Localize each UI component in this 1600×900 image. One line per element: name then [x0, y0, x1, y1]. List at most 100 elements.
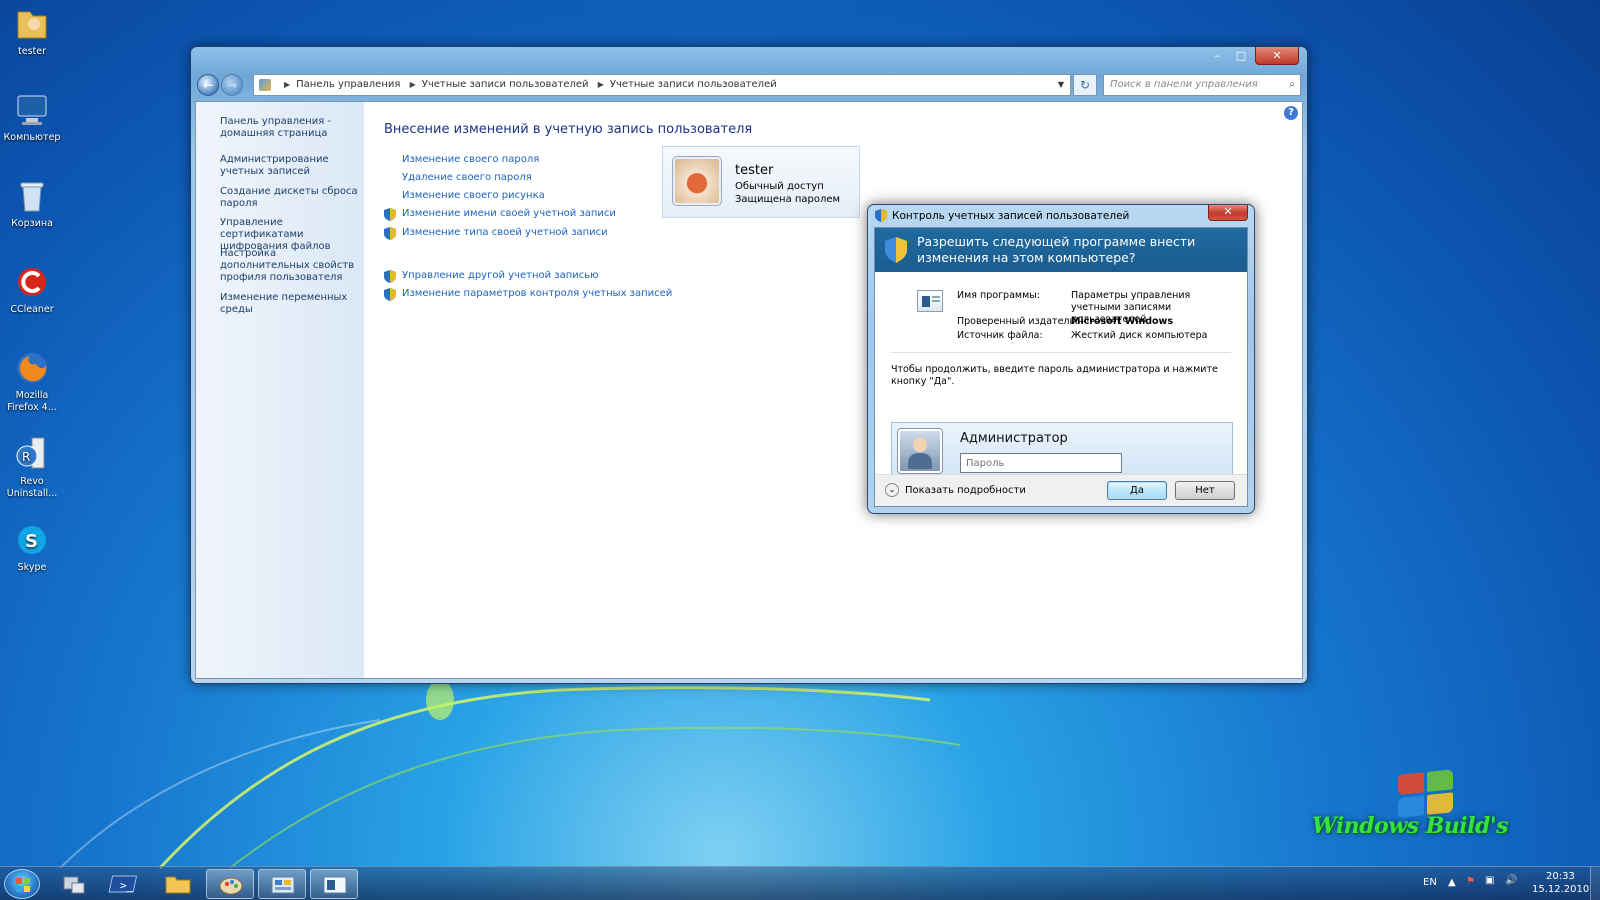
link-uac-settings[interactable]: Изменение параметров контроля учетных за… — [402, 288, 672, 299]
help-icon[interactable]: ? — [1284, 106, 1298, 120]
ccleaner-icon — [14, 264, 50, 300]
uac-shield-icon — [384, 270, 396, 283]
maximize-button[interactable]: □ — [1229, 47, 1253, 65]
desktop-icon-skype[interactable]: S Skype — [2, 522, 62, 574]
address-row: ← → ▶ Панель управления ▶ Учетные записи п… — [197, 73, 1301, 97]
uac-question-banner: Разрешить следующей программе внести изм… — [875, 228, 1247, 272]
publisher-value: Microsoft Windows — [1071, 316, 1173, 327]
desktop-icon-ccleaner[interactable]: CCleaner — [2, 264, 62, 316]
uac-dialog-title: Контроль учетных записей пользователей — [892, 210, 1130, 222]
taskbar-item-paint[interactable] — [206, 869, 254, 899]
start-button[interactable] — [4, 869, 40, 899]
link-remove-password[interactable]: Удаление своего пароля — [402, 172, 532, 183]
address-dropdown-icon[interactable]: ▼ — [1058, 75, 1064, 95]
breadcrumb-user-accounts[interactable]: Учетные записи пользователей — [422, 79, 589, 90]
desktop-icon-label: Компьютер — [3, 132, 61, 143]
firefox-icon — [14, 350, 50, 386]
user-name: tester — [735, 163, 774, 178]
link-change-account-name[interactable]: Изменение имени своей учетной записи — [402, 208, 616, 219]
admin-account-name: Администратор — [960, 431, 1068, 446]
user-status: Защищена паролем — [735, 194, 841, 205]
minimize-button[interactable]: – — [1205, 47, 1229, 65]
desktop-icon-label: Корзина — [11, 218, 53, 229]
desktop-icon-tester[interactable]: tester — [2, 6, 62, 58]
taskbar-item-explorer[interactable] — [154, 869, 202, 899]
breadcrumb-control-panel[interactable]: Панель управления — [296, 79, 400, 90]
avatar — [673, 157, 721, 205]
sidebar-item-reset-disk[interactable]: Создание дискеты сброса пароля — [220, 186, 360, 210]
show-details-toggle[interactable]: ⌄ Показать подробности — [885, 483, 1026, 497]
uac-shield-icon — [384, 208, 396, 221]
forward-button[interactable]: → — [221, 74, 243, 96]
uac-close-button[interactable]: ✕ — [1208, 205, 1248, 221]
back-button[interactable]: ← — [197, 74, 219, 96]
search-icon: ⌕ — [1289, 79, 1295, 90]
desktop-icon-computer[interactable]: Компьютер — [2, 92, 62, 144]
windows-logo-icon — [16, 878, 30, 892]
page-title: Внесение изменений в учетную запись поль… — [384, 122, 753, 137]
uac-question: Разрешить следующей программе внести изм… — [917, 234, 1196, 265]
close-button[interactable]: ✕ — [1255, 47, 1299, 65]
show-hidden-icons-button[interactable]: ▲ — [1448, 877, 1456, 888]
link-change-picture[interactable]: Изменение своего рисунка — [402, 190, 545, 201]
taskbar-item-device-manager[interactable] — [50, 869, 98, 899]
taskbar-item-control-panel[interactable] — [258, 869, 306, 899]
action-center-flag-icon[interactable]: ⚑ — [1466, 876, 1475, 887]
breadcrumb-arrow-icon[interactable]: ▶ — [598, 80, 604, 89]
link-change-password[interactable]: Изменение своего пароля — [402, 154, 539, 165]
credential-tile: Администратор — [891, 422, 1233, 478]
uac-shield-icon — [384, 288, 396, 301]
desktop-icon-recycle-bin[interactable]: Корзина — [2, 178, 62, 230]
admin-avatar — [898, 429, 942, 473]
language-indicator[interactable]: EN — [1423, 877, 1437, 888]
uac-prompt: Чтобы продолжить, введите пароль админис… — [891, 364, 1218, 387]
control-panel-icon — [259, 79, 271, 91]
address-bar[interactable]: ▶ Панель управления ▶ Учетные записи польз… — [253, 74, 1071, 96]
breadcrumb-user-accounts-current[interactable]: Учетные записи пользователей — [610, 79, 777, 90]
user-type: Обычный доступ — [735, 181, 824, 192]
powershell-icon: >_ — [108, 875, 138, 893]
divider — [891, 352, 1231, 353]
program-name-label: Имя программы: — [957, 290, 1040, 301]
desktop-icon-firefox[interactable]: Mozilla Firefox 4... — [2, 350, 62, 414]
network-icon[interactable]: ▣ — [1485, 875, 1494, 886]
show-desktop-button[interactable] — [1590, 867, 1600, 900]
watermark-logo — [1398, 769, 1456, 819]
yes-button[interactable]: Да — [1107, 481, 1167, 500]
sidebar-item-manage-accounts[interactable]: Администрирование учетных записей — [220, 154, 360, 178]
uac-body: Разрешить следующей программе внести изм… — [874, 227, 1248, 507]
sidebar: Панель управления - домашняя страница Ад… — [196, 102, 364, 678]
taskbar-item-powershell[interactable]: >_ — [102, 869, 150, 899]
watermark-text: Windows Build's — [1312, 813, 1509, 839]
desktop-icon-label: Revo Uninstall... — [6, 476, 58, 499]
taskbar-item-uac-prompt[interactable] — [310, 869, 358, 899]
desktop-icon-revo[interactable]: R Revo Uninstall... — [2, 436, 62, 500]
sidebar-item-environment-variables[interactable]: Изменение переменных среды — [220, 292, 360, 316]
no-button[interactable]: Нет — [1175, 481, 1235, 500]
control-panel-icon — [271, 876, 295, 894]
uac-shield-icon — [875, 209, 887, 222]
desktop-icon-label: CCleaner — [10, 304, 54, 315]
search-input[interactable]: Поиск в панели управления ⌕ — [1103, 74, 1301, 96]
uac-footer: ⌄ Показать подробности Да Нет — [875, 474, 1247, 506]
refresh-button[interactable]: ↻ — [1073, 74, 1097, 96]
volume-icon[interactable]: 🔊 — [1505, 875, 1517, 886]
breadcrumb-arrow-icon: ▶ — [284, 80, 291, 89]
svg-text:>_: >_ — [120, 879, 134, 892]
device-manager-icon — [63, 876, 85, 894]
breadcrumb-arrow-icon[interactable]: ▶ — [410, 80, 416, 89]
clock-time[interactable]: 20:33 — [1546, 871, 1575, 882]
desktop-icon-label: tester — [18, 46, 46, 57]
program-icon — [917, 290, 943, 312]
sidebar-item-profile-properties[interactable]: Настройка дополнительных свойств профиля… — [220, 248, 360, 284]
window-icon — [323, 876, 347, 894]
sidebar-item-home[interactable]: Панель управления - домашняя страница — [220, 116, 360, 140]
paint-icon — [219, 877, 243, 895]
password-field[interactable] — [960, 453, 1122, 473]
clock-date[interactable]: 15.12.2010 — [1532, 884, 1589, 895]
user-card: tester Обычный доступ Защищена паролем — [662, 146, 860, 218]
link-manage-other-account[interactable]: Управление другой учетной записью — [402, 270, 599, 281]
revo-uninstaller-icon: R — [14, 436, 50, 472]
computer-icon — [14, 92, 50, 128]
link-change-account-type[interactable]: Изменение типа своей учетной записи — [402, 227, 608, 238]
